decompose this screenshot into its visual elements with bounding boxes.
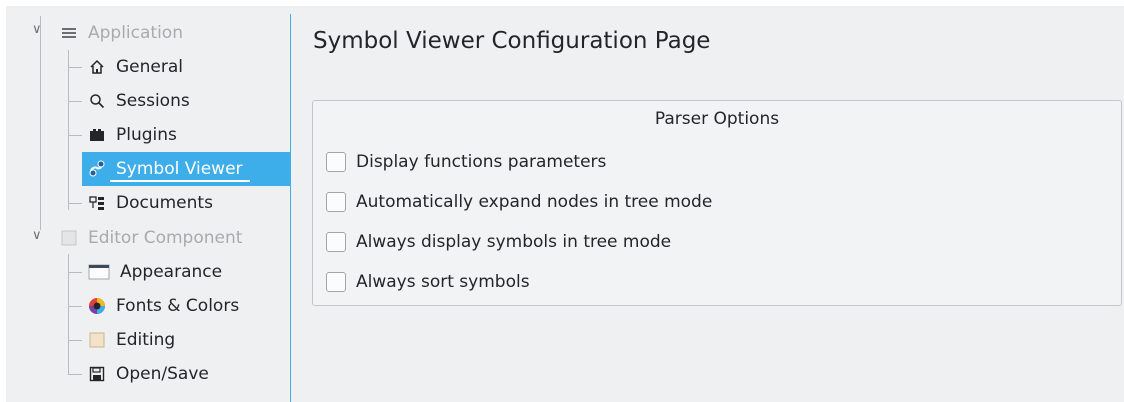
sidebar-item-sessions[interactable]: Sessions	[88, 84, 190, 118]
symbol-viewer-icon	[88, 160, 106, 178]
checkbox[interactable]	[326, 232, 346, 252]
sidebar-item-general[interactable]: General	[88, 50, 183, 84]
checkbox-label[interactable]: Automatically expand nodes in tree mode	[356, 192, 712, 212]
checkbox-label[interactable]: Always display symbols in tree mode	[356, 232, 671, 252]
tree-branch-tick	[68, 272, 82, 273]
color-wheel-icon	[88, 297, 106, 315]
tree-branch-tick	[68, 101, 82, 102]
sidebar-item-label: Appearance	[120, 262, 223, 282]
tree-group-label: Application	[88, 23, 183, 43]
sidebar-item-label: Open/Save	[116, 364, 209, 384]
option-always-sort-symbols[interactable]: Always sort symbols	[326, 269, 530, 295]
editor-icon	[60, 229, 78, 247]
sidebar-item-label: Documents	[116, 193, 213, 213]
tree-branch-tick	[68, 67, 82, 68]
sidebar-item-label: Plugins	[116, 125, 177, 145]
checkbox-label[interactable]: Display functions parameters	[356, 152, 606, 172]
sidebar-item-editing[interactable]: Editing	[88, 323, 175, 357]
tree-branch-line	[68, 50, 69, 210]
hamburger-menu-icon	[60, 24, 78, 42]
tree-group-label: Editor Component	[88, 228, 243, 248]
sidebar-splitter[interactable]	[290, 14, 291, 402]
settings-window: ∨ Application General Sessions Plugins S…	[6, 6, 1124, 402]
sidebar-item-label: Editing	[116, 330, 176, 350]
tree-branch-line	[40, 16, 41, 230]
window-icon	[88, 263, 110, 281]
sidebar-item-label: Symbol Viewer	[116, 159, 243, 179]
tree-branch-tick	[68, 135, 82, 136]
sidebar-item-documents[interactable]: Documents	[88, 186, 213, 220]
parser-options-groupbox: Parser Options Display functions paramet…	[312, 100, 1122, 306]
plugin-icon	[88, 126, 106, 144]
checkbox[interactable]	[326, 272, 346, 292]
sidebar-item-open-save[interactable]: Open/Save	[88, 357, 209, 391]
sidebar-item-appearance[interactable]: Appearance	[88, 255, 222, 289]
page-title: Symbol Viewer Configuration Page	[313, 28, 711, 54]
sidebar-item-symbol-viewer[interactable]: Symbol Viewer	[82, 152, 290, 186]
tree-branch-tick	[68, 306, 82, 307]
editing-icon	[88, 331, 106, 349]
focus-underline	[110, 180, 250, 182]
sidebar-item-fonts-colors[interactable]: Fonts & Colors	[88, 289, 239, 323]
home-icon	[88, 58, 106, 76]
checkbox[interactable]	[326, 152, 346, 172]
tree-branch-tick	[68, 340, 82, 341]
tree-branch-tick	[68, 203, 82, 204]
checkbox[interactable]	[326, 192, 346, 212]
sidebar-item-plugins[interactable]: Plugins	[88, 118, 177, 152]
search-icon	[88, 92, 106, 110]
floppy-disk-icon	[88, 365, 106, 383]
checkbox-label[interactable]: Always sort symbols	[356, 272, 530, 292]
tree-group-application[interactable]: Application	[60, 16, 183, 50]
sidebar-item-label: Sessions	[116, 91, 190, 111]
sidebar-item-label: Fonts & Colors	[116, 296, 240, 316]
option-display-functions-parameters[interactable]: Display functions parameters	[326, 149, 606, 175]
tree-branch-tick	[68, 374, 82, 375]
sidebar-item-label: General	[116, 57, 183, 77]
option-auto-expand-nodes[interactable]: Automatically expand nodes in tree mode	[326, 189, 712, 215]
groupbox-title: Parser Options	[654, 109, 780, 129]
option-always-display-symbols-tree[interactable]: Always display symbols in tree mode	[326, 229, 671, 255]
expand-chevron-icon[interactable]: ∨	[32, 22, 42, 37]
expand-chevron-icon[interactable]: ∨	[32, 228, 42, 243]
settings-sidebar-tree[interactable]: ∨ Application General Sessions Plugins S…	[6, 6, 290, 402]
documents-tree-icon	[88, 194, 106, 212]
tree-group-editor-component[interactable]: Editor Component	[60, 221, 242, 255]
